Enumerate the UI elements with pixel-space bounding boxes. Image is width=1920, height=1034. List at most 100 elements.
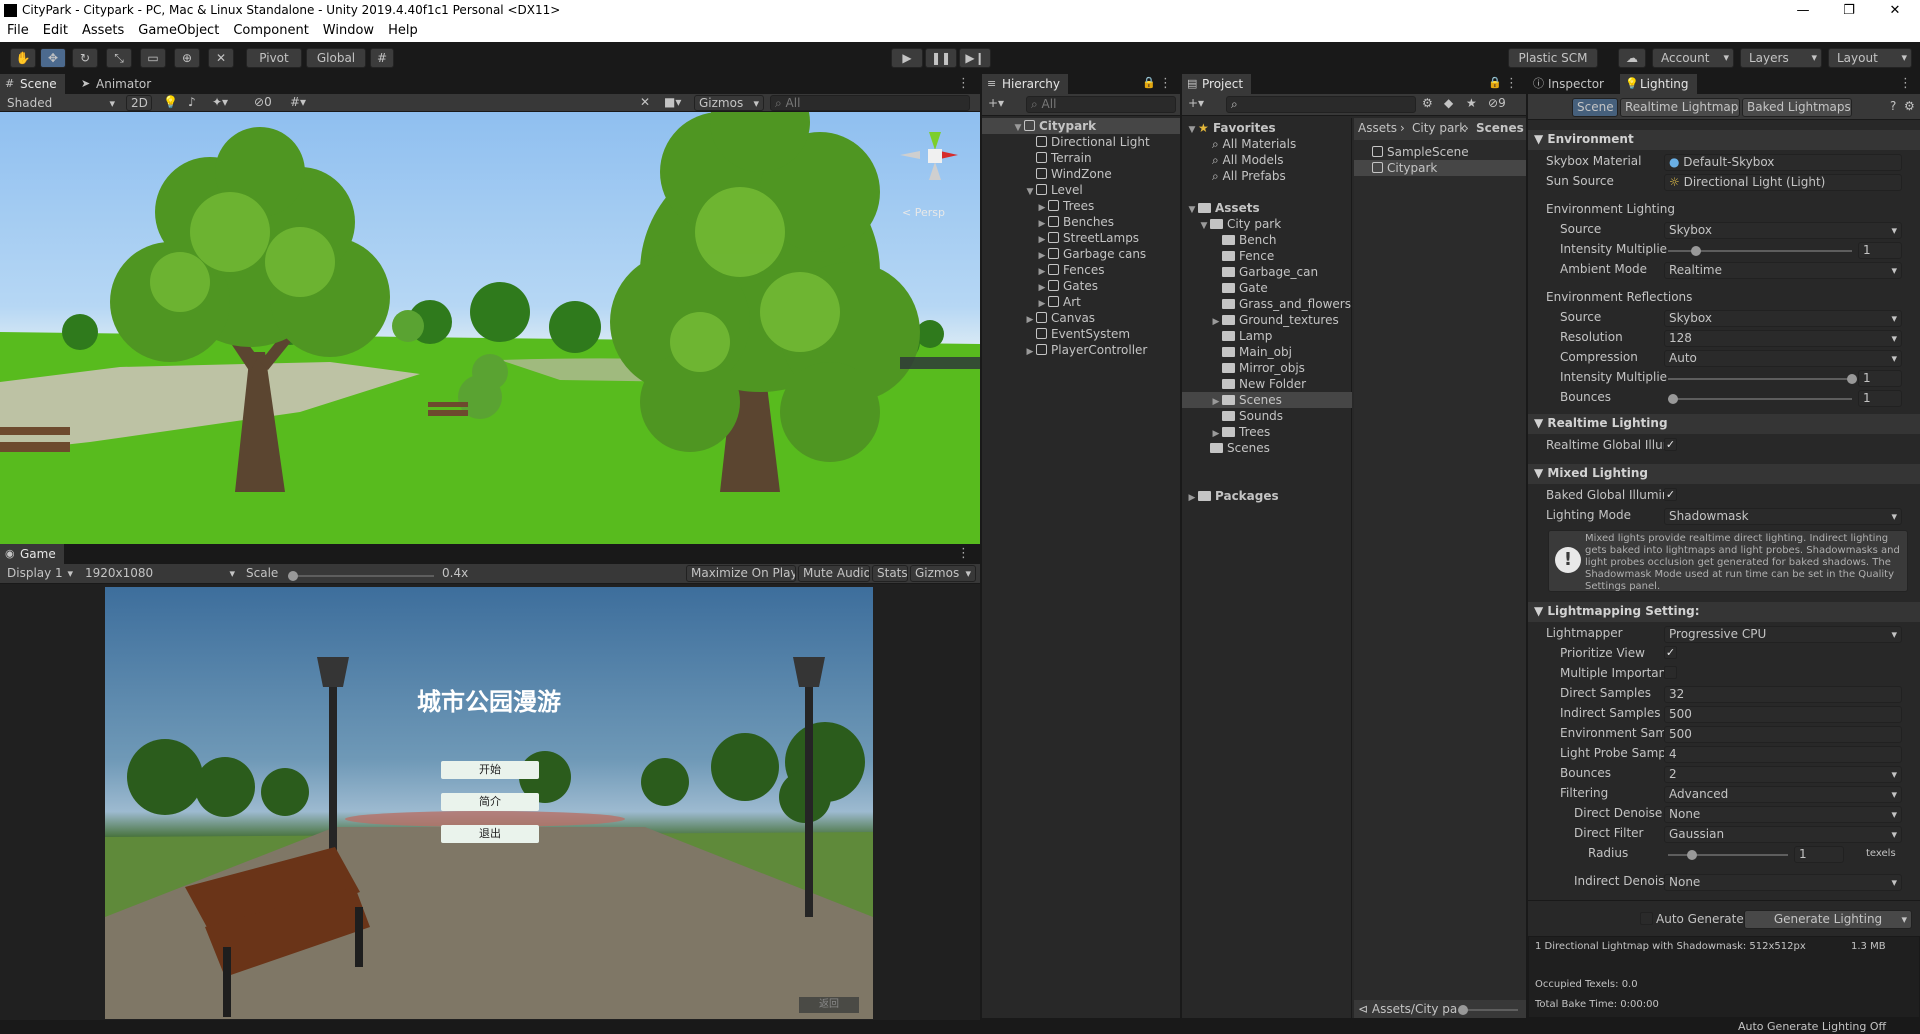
scene-menu-icon[interactable]: ⋮: [957, 76, 970, 91]
sun-source-field[interactable]: ☼ Directional Light (Light): [1664, 174, 1902, 191]
direct-filter-dropdown[interactable]: Gaussian: [1664, 826, 1902, 843]
refl-resolution-dropdown[interactable]: 128: [1664, 330, 1902, 347]
project-search-input[interactable]: ⌕: [1226, 96, 1416, 113]
refl-bounces-slider[interactable]: [1668, 394, 1852, 404]
menu-help[interactable]: Help: [381, 22, 425, 38]
global-toggle[interactable]: Global: [306, 48, 366, 68]
packages-node[interactable]: ▶ Packages: [1182, 488, 1352, 504]
pivot-toggle[interactable]: Pivot: [246, 48, 302, 68]
step-button[interactable]: ▶❙: [959, 48, 991, 68]
filter-type-icon[interactable]: ⚙: [1422, 96, 1433, 110]
mute-audio-toggle[interactable]: Mute Audio: [798, 565, 870, 582]
menu-window[interactable]: Window: [316, 22, 381, 38]
project-folder-item[interactable]: Mirror_objs: [1182, 360, 1352, 376]
env-intensity-slider[interactable]: [1668, 246, 1852, 256]
breadcrumb-scenes[interactable]: Scenes: [1476, 121, 1524, 135]
hierarchy-item[interactable]: ▶ Canvas: [982, 310, 1180, 326]
2d-toggle[interactable]: 2D: [126, 95, 152, 111]
hierarchy-item[interactable]: ▶ Fences: [982, 262, 1180, 278]
fav-all-models[interactable]: ⌕ All Models: [1182, 152, 1352, 168]
refl-intensity-knob[interactable]: [1847, 374, 1857, 384]
hierarchy-item[interactable]: WindZone: [982, 166, 1180, 182]
project-folder-item[interactable]: Bench: [1182, 232, 1352, 248]
menu-gameobject[interactable]: GameObject: [131, 22, 226, 38]
project-folder-item[interactable]: Lamp: [1182, 328, 1352, 344]
minimize-button[interactable]: —: [1780, 0, 1826, 22]
prioritize-view-checkbox[interactable]: ✓: [1664, 646, 1677, 659]
indirect-denoiser-dropdown[interactable]: None: [1664, 874, 1902, 891]
project-hidden-icon[interactable]: ⊘9: [1488, 96, 1506, 110]
baked-gi-checkbox[interactable]: ✓: [1664, 488, 1677, 501]
section-environment[interactable]: ▼ Environment: [1528, 130, 1920, 150]
indirect-samples-field[interactable]: 500: [1664, 706, 1902, 723]
hierarchy-item[interactable]: ▶ Benches: [982, 214, 1180, 230]
project-folder-item[interactable]: New Folder: [1182, 376, 1352, 392]
probe-samples-field[interactable]: 4: [1664, 746, 1902, 763]
hidden-objects-icon[interactable]: ⊘0: [254, 95, 272, 109]
start-button[interactable]: 开始: [441, 761, 539, 779]
lighting-mode-dropdown[interactable]: Shadowmask: [1664, 508, 1902, 525]
radius-knob[interactable]: [1687, 850, 1697, 860]
hierarchy-item[interactable]: ▶ Garbage cans: [982, 246, 1180, 262]
generate-lighting-button[interactable]: Generate Lighting: [1744, 910, 1912, 929]
light-toggle-icon[interactable]: 💡: [163, 95, 178, 109]
filter-label-icon[interactable]: ◆: [1444, 96, 1453, 110]
menu-assets[interactable]: Assets: [75, 22, 131, 38]
icon-size-knob[interactable]: [1458, 1005, 1468, 1015]
file-citypark[interactable]: Citypark: [1354, 160, 1526, 176]
breadcrumb-city-park[interactable]: City park: [1412, 121, 1466, 135]
subtab-realtime-lightmaps[interactable]: Realtime Lightmaps: [1620, 98, 1740, 117]
lighting-menu-icon[interactable]: ⋮: [1899, 76, 1912, 91]
section-realtime-lighting[interactable]: ▼ Realtime Lighting: [1528, 414, 1920, 434]
menu-edit[interactable]: Edit: [36, 22, 75, 38]
auto-generate-checkbox[interactable]: [1640, 912, 1653, 925]
rotate-tool-icon[interactable]: ↻: [72, 48, 98, 68]
audio-toggle-icon[interactable]: ♪: [188, 95, 196, 109]
close-button[interactable]: ✕: [1872, 0, 1918, 22]
fold-arrow-icon[interactable]: ▶: [1024, 344, 1036, 360]
hierarchy-item[interactable]: Terrain: [982, 150, 1180, 166]
quit-button[interactable]: 退出: [441, 825, 539, 843]
hierarchy-add-button[interactable]: +▾: [988, 96, 1004, 110]
fav-all-prefabs[interactable]: ⌕ All Prefabs: [1182, 168, 1352, 184]
radius-field[interactable]: 1: [1794, 846, 1844, 863]
back-button[interactable]: 返回: [799, 997, 859, 1013]
scene-search-input[interactable]: ⌕ All: [770, 95, 970, 111]
ambient-mode-dropdown[interactable]: Realtime: [1664, 262, 1902, 279]
move-tool-icon[interactable]: ✥: [40, 48, 66, 68]
tab-animator[interactable]: ➤ Animator: [76, 74, 160, 94]
game-menu-icon[interactable]: ⋮: [957, 546, 970, 561]
tab-lighting[interactable]: 💡 Lighting: [1620, 74, 1697, 94]
tab-inspector[interactable]: ⓘ Inspector: [1528, 74, 1612, 94]
direct-samples-field[interactable]: 32: [1664, 686, 1902, 703]
icon-size-slider[interactable]: [1458, 1005, 1518, 1015]
lock-icon[interactable]: 🔒: [1142, 76, 1156, 89]
refl-bounces-field[interactable]: 1: [1858, 390, 1902, 407]
hierarchy-item[interactable]: ▶ Trees: [982, 198, 1180, 214]
env-intensity-field[interactable]: 1: [1858, 242, 1902, 259]
game-viewport[interactable]: 城市公园漫游 开始 简介 退出 返回: [105, 587, 873, 1019]
env-samples-field[interactable]: 500: [1664, 726, 1902, 743]
project-folder-item[interactable]: ▶ Trees: [1182, 424, 1352, 440]
hand-tool-icon[interactable]: ✋: [10, 48, 36, 68]
project-folder-item[interactable]: ▶ Scenes: [1182, 392, 1352, 408]
section-mixed-lighting[interactable]: ▼ Mixed Lighting: [1528, 464, 1920, 484]
intro-button[interactable]: 简介: [441, 793, 539, 811]
project-folder-item[interactable]: Sounds: [1182, 408, 1352, 424]
layout-dropdown[interactable]: Layout: [1828, 48, 1912, 68]
menu-component[interactable]: Component: [226, 22, 315, 38]
refl-intensity-slider[interactable]: [1668, 374, 1857, 384]
hierarchy-item[interactable]: EventSystem: [982, 326, 1180, 342]
project-folder-item[interactable]: Fence: [1182, 248, 1352, 264]
project-folder-item[interactable]: ▶ Ground_textures: [1182, 312, 1352, 328]
direct-denoiser-dropdown[interactable]: None: [1664, 806, 1902, 823]
pause-button[interactable]: ❚❚: [925, 48, 957, 68]
orientation-gizmo[interactable]: [900, 122, 970, 192]
filtering-dropdown[interactable]: Advanced: [1664, 786, 1902, 803]
file-sample-scene[interactable]: SampleScene: [1354, 144, 1526, 160]
scene-viewport[interactable]: < Persp: [0, 112, 980, 544]
hierarchy-item[interactable]: Directional Light: [982, 134, 1180, 150]
scale-tool-icon[interactable]: ⤡: [106, 48, 132, 68]
scale-slider[interactable]: [288, 571, 434, 581]
account-dropdown[interactable]: Account: [1652, 48, 1734, 68]
